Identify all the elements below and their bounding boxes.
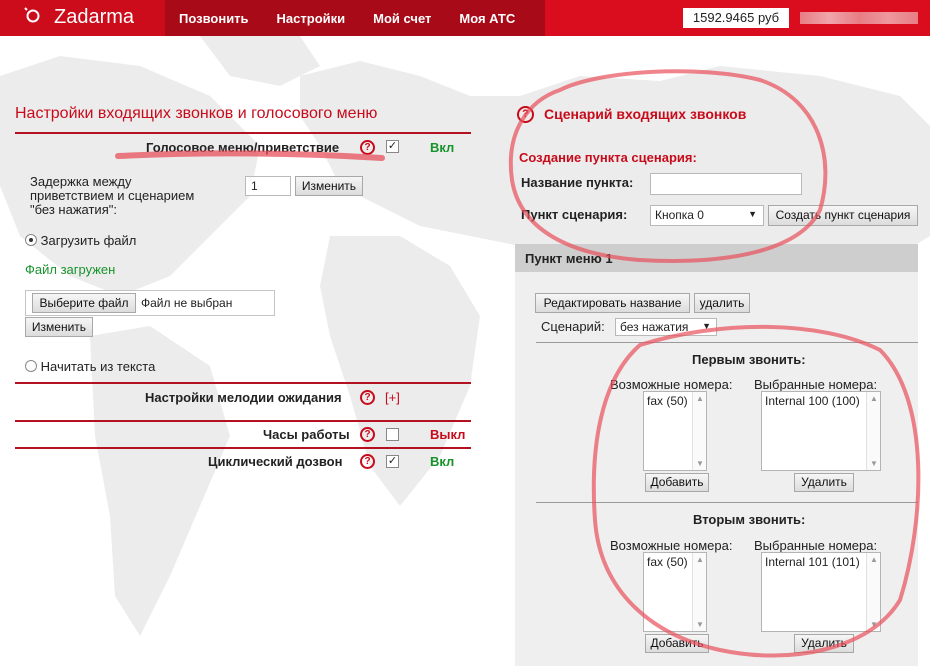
radio-icon[interactable] bbox=[25, 360, 37, 372]
create-item-header: Создание пункта сценария: bbox=[519, 150, 697, 165]
second-available-list[interactable]: fax (50) ▲ ▼ bbox=[643, 552, 707, 632]
cyclic-dial-state: Вкл bbox=[430, 454, 455, 469]
upload-file-label: Загрузить файл bbox=[40, 233, 137, 248]
menu-scenario-select[interactable]: без нажатия ▼ bbox=[615, 318, 717, 336]
item-name-label: Название пункта: bbox=[521, 175, 634, 190]
radio-icon[interactable] bbox=[25, 234, 37, 246]
scenario-item-value: Кнопка 0 bbox=[655, 208, 704, 222]
scroll-down-icon[interactable]: ▼ bbox=[870, 620, 878, 629]
divider bbox=[15, 382, 471, 384]
scroll-down-icon[interactable]: ▼ bbox=[696, 459, 704, 468]
working-hours-checkbox[interactable] bbox=[386, 428, 399, 441]
scroll-up-icon[interactable]: ▲ bbox=[696, 555, 704, 564]
delay-label-line: "без нажатия": bbox=[30, 202, 117, 217]
divider bbox=[536, 502, 918, 503]
read-from-text-label: Начитать из текста bbox=[40, 359, 156, 374]
scrollbar[interactable]: ▲ ▼ bbox=[866, 553, 880, 631]
help-icon[interactable]: ? bbox=[360, 427, 375, 442]
hold-music-expand[interactable]: [+] bbox=[385, 390, 400, 405]
incoming-settings-title: Настройки входящих звонков и голосового … bbox=[15, 105, 378, 122]
delay-label-line: приветствием и сценарием bbox=[30, 188, 195, 203]
divider bbox=[15, 447, 471, 449]
second-call-title: Вторым звонить: bbox=[693, 512, 806, 527]
delete-item-button[interactable]: удалить bbox=[694, 293, 750, 313]
help-icon[interactable]: ? bbox=[360, 140, 375, 155]
menu-item-title: Пункт меню 1 bbox=[515, 244, 918, 272]
choose-file-button[interactable]: Выберите файл bbox=[32, 293, 136, 313]
voice-menu-checkbox[interactable]: ✓ bbox=[386, 140, 399, 153]
help-icon[interactable]: ? bbox=[517, 106, 534, 123]
scroll-down-icon[interactable]: ▼ bbox=[870, 459, 878, 468]
upload-change-button[interactable]: Изменить bbox=[25, 317, 93, 337]
balance-display[interactable]: 1592.9465 руб bbox=[683, 8, 789, 28]
rename-button[interactable]: Редактировать название bbox=[535, 293, 690, 313]
menu-scenario-label: Сценарий: bbox=[541, 319, 605, 334]
dropdown-arrow-icon: ▼ bbox=[702, 321, 711, 331]
divider bbox=[536, 342, 918, 343]
scenario-item-label: Пункт сценария: bbox=[521, 207, 628, 222]
first-selected-list[interactable]: Internal 100 (100) ▲ ▼ bbox=[761, 391, 881, 471]
logo[interactable]: Zadarma bbox=[0, 0, 165, 36]
item-name-input[interactable] bbox=[650, 173, 802, 195]
first-remove-button[interactable]: Удалить bbox=[794, 473, 854, 492]
nav-call[interactable]: Позвонить bbox=[165, 0, 263, 36]
voice-menu-state: Вкл bbox=[430, 140, 455, 155]
delay-input[interactable]: 1 bbox=[245, 176, 291, 196]
no-file-label: Файл не выбран bbox=[141, 296, 233, 310]
nav-settings[interactable]: Настройки bbox=[263, 0, 360, 36]
scroll-up-icon[interactable]: ▲ bbox=[870, 555, 878, 564]
scrollbar[interactable]: ▲ ▼ bbox=[692, 392, 706, 470]
first-add-button[interactable]: Добавить bbox=[645, 473, 709, 492]
second-remove-button[interactable]: Удалить bbox=[794, 634, 854, 653]
scroll-up-icon[interactable]: ▲ bbox=[696, 394, 704, 403]
scenario-item-select[interactable]: Кнопка 0 ▼ bbox=[650, 205, 764, 226]
second-selected-label: Выбранные номера: bbox=[754, 538, 878, 553]
divider bbox=[15, 420, 471, 422]
help-icon[interactable]: ? bbox=[360, 454, 375, 469]
delay-change-button[interactable]: Изменить bbox=[295, 176, 363, 196]
second-add-button[interactable]: Добавить bbox=[645, 634, 709, 653]
first-available-label: Возможные номера: bbox=[610, 377, 733, 392]
first-selected-label: Выбранные номера: bbox=[754, 377, 878, 392]
nav-my-pbx[interactable]: Моя АТС bbox=[445, 0, 529, 36]
blurred-user-info bbox=[800, 12, 918, 24]
cyclic-dial-checkbox[interactable]: ✓ bbox=[386, 455, 399, 468]
help-icon[interactable]: ? bbox=[360, 390, 375, 405]
create-item-button[interactable]: Создать пункт сценария bbox=[768, 205, 918, 226]
list-item[interactable]: Internal 101 (101) bbox=[765, 555, 877, 569]
scroll-up-icon[interactable]: ▲ bbox=[870, 394, 878, 403]
read-from-text-option[interactable]: Начитать из текста bbox=[25, 359, 155, 374]
top-navigation-bar: Zadarma Позвонить Настройки Мой счет Моя… bbox=[0, 0, 930, 36]
upload-file-option[interactable]: Загрузить файл bbox=[25, 233, 136, 248]
delay-label: Задержка между приветствием и сценарием … bbox=[30, 175, 194, 217]
logo-icon bbox=[24, 7, 40, 23]
voice-menu-label: Голосовое меню/приветствие bbox=[146, 140, 340, 155]
cyclic-dial-label: Циклический дозвон bbox=[208, 454, 343, 469]
second-available-label: Возможные номера: bbox=[610, 538, 733, 553]
dropdown-arrow-icon: ▼ bbox=[748, 209, 757, 219]
delay-label-line: Задержка между bbox=[30, 174, 132, 189]
first-available-list[interactable]: fax (50) ▲ ▼ bbox=[643, 391, 707, 471]
menu-scenario-value: без нажатия bbox=[620, 320, 689, 334]
file-uploaded-status: Файл загружен bbox=[25, 262, 116, 277]
list-item[interactable]: Internal 100 (100) bbox=[765, 394, 877, 408]
second-selected-list[interactable]: Internal 101 (101) ▲ ▼ bbox=[761, 552, 881, 632]
scrollbar[interactable]: ▲ ▼ bbox=[866, 392, 880, 470]
hold-music-label: Настройки мелодии ожидания bbox=[145, 390, 342, 405]
scrollbar[interactable]: ▲ ▼ bbox=[692, 553, 706, 631]
working-hours-label: Часы работы bbox=[263, 427, 350, 442]
logo-text: Zadarma bbox=[54, 6, 135, 28]
scenario-title: Сценарий входящих звонков bbox=[544, 106, 747, 122]
first-call-title: Первым звонить: bbox=[692, 352, 806, 367]
scroll-down-icon[interactable]: ▼ bbox=[696, 620, 704, 629]
working-hours-state: Выкл bbox=[430, 427, 466, 442]
divider bbox=[15, 132, 471, 134]
nav-my-account[interactable]: Мой счет bbox=[359, 0, 445, 36]
main-nav: Позвонить Настройки Мой счет Моя АТС bbox=[165, 0, 545, 36]
